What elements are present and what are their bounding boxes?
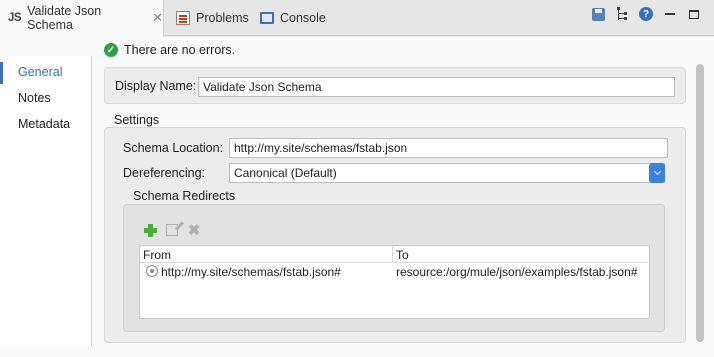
- delete-icon: ✖: [187, 221, 201, 239]
- active-indicator: [0, 62, 3, 84]
- section-nav: General Notes Metadata: [0, 56, 92, 346]
- nav-item-general[interactable]: General: [18, 65, 62, 79]
- nav-item-metadata[interactable]: Metadata: [18, 117, 70, 131]
- display-name-field[interactable]: Validate Json Schema: [198, 77, 675, 97]
- vertical-scrollbar[interactable]: [696, 42, 704, 342]
- tab-label: Problems: [196, 11, 249, 25]
- tab-problems[interactable]: Problems: [168, 0, 249, 36]
- add-redirect-button[interactable]: [142, 222, 158, 238]
- maximize-button[interactable]: [686, 6, 702, 22]
- editor-tab-bar: JS Validate Json Schema ✕ Problems Conso…: [0, 0, 714, 37]
- problems-icon: [176, 11, 190, 25]
- minimize-icon: [665, 13, 675, 15]
- tab-label: Validate Json Schema: [27, 4, 102, 32]
- redirects-table: From To http://my.site/schemas/fstab.jso…: [139, 245, 650, 319]
- console-icon: [260, 12, 274, 24]
- tab-console[interactable]: Console: [252, 0, 326, 36]
- scroll-thumb[interactable]: [696, 64, 704, 342]
- minimize-button[interactable]: [662, 6, 678, 22]
- tree-structure-button[interactable]: [614, 6, 630, 22]
- add-icon: [143, 223, 157, 237]
- save-button[interactable]: [590, 6, 606, 22]
- check-icon: ✓: [104, 43, 118, 57]
- dereferencing-label: Dereferencing:: [123, 166, 205, 180]
- schema-location-field[interactable]: http://my.site/schemas/fstab.json: [229, 138, 668, 158]
- tab-label: Console: [280, 11, 326, 25]
- chevron-down-icon: [649, 163, 665, 183]
- settings-title: Settings: [114, 113, 160, 127]
- edit-redirect-button[interactable]: [164, 222, 180, 238]
- column-header-from[interactable]: From: [140, 246, 393, 263]
- validation-status: ✓ There are no errors.: [104, 41, 235, 59]
- column-header-to[interactable]: To: [393, 246, 647, 263]
- js-file-icon: JS: [8, 12, 22, 24]
- help-icon: ?: [639, 7, 653, 21]
- save-icon: [591, 7, 605, 21]
- status-text: There are no errors.: [124, 43, 236, 57]
- schema-location-label: Schema Location:: [123, 141, 224, 155]
- tree-structure-icon: [616, 7, 627, 20]
- help-button[interactable]: ?: [638, 6, 654, 22]
- delete-redirect-button[interactable]: ✖: [186, 222, 202, 238]
- dereferencing-value: Canonical (Default): [234, 166, 337, 180]
- cell-from: http://my.site/schemas/fstab.json#: [161, 265, 341, 279]
- cell-to: resource:/org/mule/json/examples/fstab.j…: [396, 265, 638, 279]
- maximize-icon: [689, 9, 699, 19]
- schema-redirects-title: Schema Redirects: [133, 189, 236, 203]
- view-toolbar: ?: [590, 6, 702, 22]
- display-name-label: Display Name:: [115, 79, 197, 93]
- edit-icon: [166, 224, 178, 236]
- close-icon[interactable]: ✕: [152, 10, 163, 26]
- nav-item-notes[interactable]: Notes: [18, 91, 51, 105]
- tab-validate-json-schema[interactable]: JS Validate Json Schema ✕: [0, 0, 164, 37]
- dereferencing-select[interactable]: Canonical (Default): [229, 163, 665, 183]
- redirect-icon: [146, 265, 158, 277]
